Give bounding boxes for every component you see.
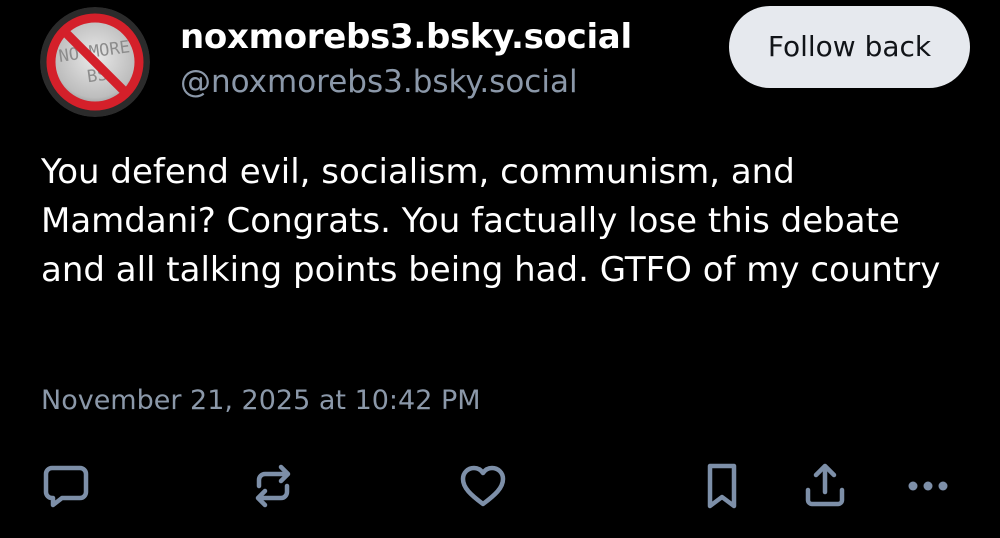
author-handle[interactable]: @noxmorebs3.bsky.social <box>180 60 632 104</box>
avatar[interactable]: NO MORE BS <box>40 7 150 117</box>
like-icon <box>460 465 506 507</box>
more-options-button[interactable] <box>900 458 956 514</box>
reply-icon <box>43 465 89 508</box>
like-button[interactable] <box>455 458 511 514</box>
post-text: You defend evil, socialism, communism, a… <box>41 152 941 290</box>
bookmark-button[interactable] <box>694 458 750 514</box>
bookmark-icon <box>707 463 737 509</box>
author-info: noxmorebs3.bsky.social @noxmorebs3.bsky.… <box>180 14 632 104</box>
avatar-no-bs-image: NO MORE BS <box>40 7 150 117</box>
follow-back-button[interactable]: Follow back <box>729 6 970 88</box>
share-icon <box>805 463 845 507</box>
repost-button[interactable] <box>245 458 301 514</box>
reply-button[interactable] <box>38 458 94 514</box>
post-timestamp: November 21, 2025 at 10:42 PM <box>41 385 481 416</box>
repost-icon <box>255 464 291 508</box>
more-icon <box>908 481 948 491</box>
author-display-name[interactable]: noxmorebs3.bsky.social <box>180 14 632 60</box>
share-button[interactable] <box>797 458 853 514</box>
post-detail: NO MORE BS noxmorebs3.bsky.social @noxmo… <box>0 0 1000 538</box>
